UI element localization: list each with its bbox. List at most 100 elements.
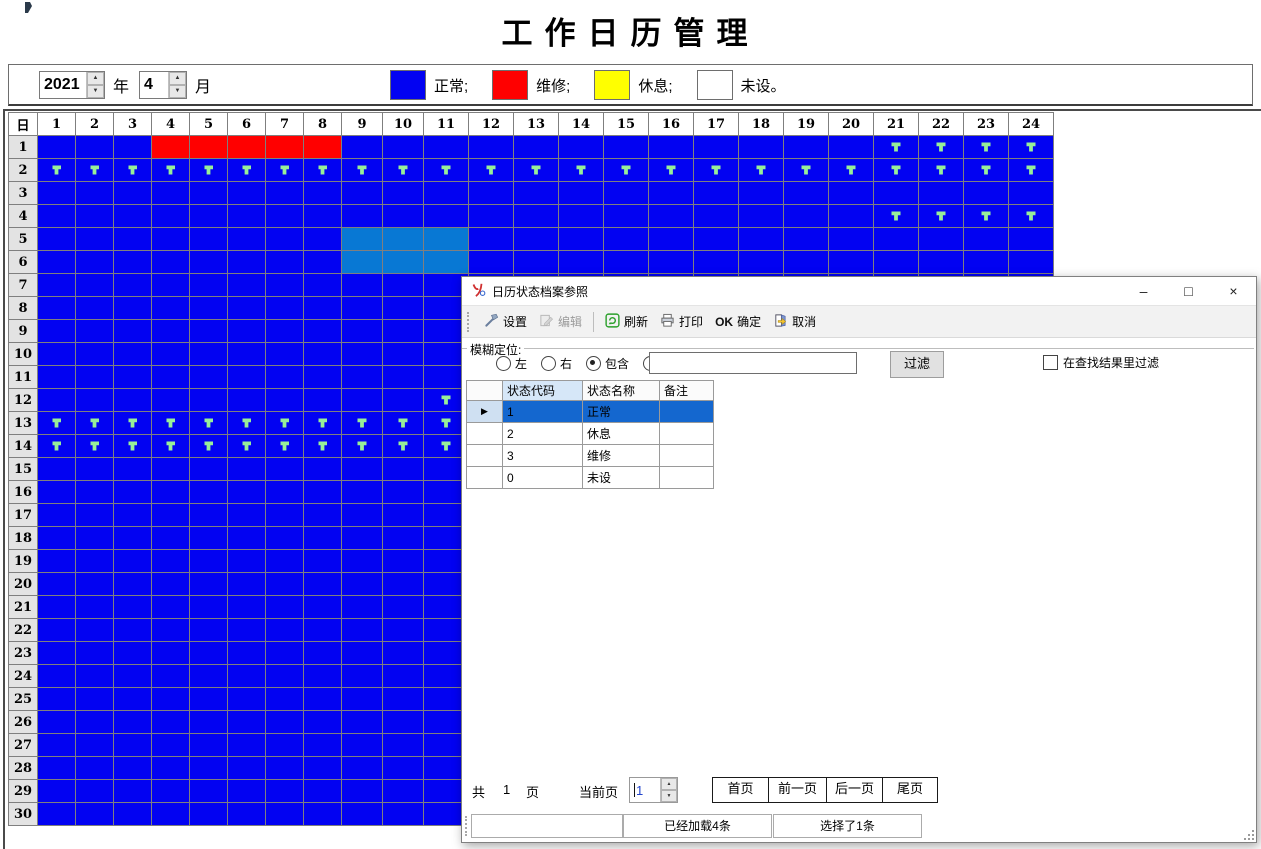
calendar-cell[interactable]	[383, 320, 424, 343]
calendar-cell[interactable]	[874, 136, 919, 159]
calendar-cell[interactable]	[304, 136, 342, 159]
calendar-cell[interactable]	[383, 228, 424, 251]
calendar-cell[interactable]	[342, 297, 383, 320]
calendar-cell[interactable]	[604, 228, 649, 251]
calendar-cell[interactable]	[38, 274, 76, 297]
calendar-cell[interactable]	[266, 159, 304, 182]
calendar-cell[interactable]	[342, 596, 383, 619]
calendar-cell[interactable]	[342, 412, 383, 435]
calendar-cell[interactable]	[304, 573, 342, 596]
month-up-button[interactable]: ▲	[169, 72, 186, 85]
calendar-cell[interactable]	[152, 458, 190, 481]
calendar-cell[interactable]	[514, 136, 559, 159]
cell-name[interactable]: 正常	[583, 401, 660, 423]
calendar-cell[interactable]	[559, 182, 604, 205]
calendar-cell[interactable]	[514, 182, 559, 205]
edit-button[interactable]: 编辑	[533, 310, 588, 334]
calendar-cell[interactable]	[266, 596, 304, 619]
calendar-cell[interactable]	[76, 665, 114, 688]
calendar-cell[interactable]	[304, 596, 342, 619]
calendar-cell[interactable]	[964, 251, 1009, 274]
calendar-cell[interactable]	[190, 642, 228, 665]
calendar-cell[interactable]	[114, 665, 152, 688]
calendar-cell[interactable]	[190, 803, 228, 826]
calendar-cell[interactable]	[228, 573, 266, 596]
calendar-cell[interactable]	[190, 366, 228, 389]
calendar-cell[interactable]	[38, 458, 76, 481]
calendar-cell[interactable]	[383, 159, 424, 182]
calendar-cell[interactable]	[266, 320, 304, 343]
calendar-cell[interactable]	[38, 688, 76, 711]
calendar-cell[interactable]	[342, 734, 383, 757]
calendar-cell[interactable]	[342, 343, 383, 366]
calendar-cell[interactable]	[304, 412, 342, 435]
calendar-cell[interactable]	[342, 665, 383, 688]
calendar-cell[interactable]	[964, 182, 1009, 205]
calendar-cell[interactable]	[266, 389, 304, 412]
calendar-cell[interactable]	[469, 136, 514, 159]
calendar-cell[interactable]	[304, 780, 342, 803]
calendar-cell[interactable]	[152, 228, 190, 251]
calendar-cell[interactable]	[784, 228, 829, 251]
calendar-cell[interactable]	[114, 320, 152, 343]
calendar-cell[interactable]	[38, 619, 76, 642]
calendar-cell[interactable]	[114, 297, 152, 320]
calendar-cell[interactable]	[228, 550, 266, 573]
calendar-cell[interactable]	[266, 458, 304, 481]
calendar-cell[interactable]	[152, 366, 190, 389]
calendar-cell[interactable]	[469, 159, 514, 182]
calendar-cell[interactable]	[76, 619, 114, 642]
col-header-code[interactable]: 状态代码	[503, 381, 583, 401]
calendar-cell[interactable]	[152, 251, 190, 274]
calendar-cell[interactable]	[152, 320, 190, 343]
calendar-cell[interactable]	[190, 136, 228, 159]
calendar-cell[interactable]	[383, 251, 424, 274]
calendar-cell[interactable]	[228, 274, 266, 297]
calendar-cell[interactable]	[469, 251, 514, 274]
calendar-cell[interactable]	[152, 343, 190, 366]
calendar-cell[interactable]	[383, 550, 424, 573]
current-page-value[interactable]: 1	[630, 778, 660, 802]
calendar-cell[interactable]	[739, 136, 784, 159]
calendar-cell[interactable]	[76, 757, 114, 780]
calendar-cell[interactable]	[383, 573, 424, 596]
calendar-cell[interactable]	[38, 504, 76, 527]
calendar-cell[interactable]	[649, 205, 694, 228]
calendar-cell[interactable]	[383, 527, 424, 550]
calendar-cell[interactable]	[559, 228, 604, 251]
calendar-cell[interactable]	[469, 182, 514, 205]
calendar-cell[interactable]	[38, 366, 76, 389]
calendar-cell[interactable]	[190, 504, 228, 527]
calendar-cell[interactable]	[38, 182, 76, 205]
calendar-cell[interactable]	[152, 136, 190, 159]
calendar-cell[interactable]	[383, 481, 424, 504]
calendar-cell[interactable]	[152, 481, 190, 504]
calendar-cell[interactable]	[604, 182, 649, 205]
calendar-cell[interactable]	[694, 182, 739, 205]
calendar-cell[interactable]	[228, 182, 266, 205]
calendar-cell[interactable]	[342, 803, 383, 826]
calendar-cell[interactable]	[114, 757, 152, 780]
calendar-cell[interactable]	[266, 573, 304, 596]
calendar-cell[interactable]	[469, 205, 514, 228]
calendar-cell[interactable]	[76, 734, 114, 757]
calendar-cell[interactable]	[559, 205, 604, 228]
table-row[interactable]: 2休息	[467, 423, 714, 445]
calendar-cell[interactable]	[304, 527, 342, 550]
calendar-cell[interactable]	[874, 159, 919, 182]
calendar-cell[interactable]	[266, 757, 304, 780]
calendar-cell[interactable]	[424, 228, 469, 251]
calendar-cell[interactable]	[514, 205, 559, 228]
calendar-cell[interactable]	[76, 527, 114, 550]
calendar-cell[interactable]	[784, 136, 829, 159]
filter-button[interactable]: 过滤	[890, 351, 944, 378]
calendar-cell[interactable]	[228, 251, 266, 274]
calendar-cell[interactable]	[383, 274, 424, 297]
calendar-cell[interactable]	[152, 389, 190, 412]
calendar-cell[interactable]	[114, 366, 152, 389]
calendar-cell[interactable]	[38, 596, 76, 619]
calendar-cell[interactable]	[559, 251, 604, 274]
calendar-cell[interactable]	[76, 481, 114, 504]
cell-code[interactable]: 3	[503, 445, 583, 467]
calendar-cell[interactable]	[1009, 136, 1054, 159]
